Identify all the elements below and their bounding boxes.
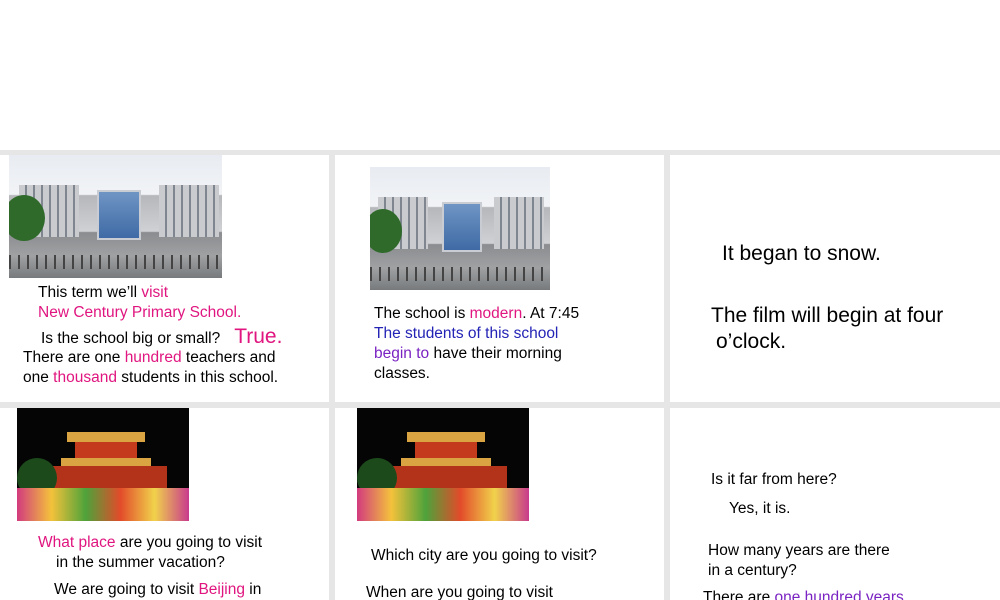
slide4-line1: What place are you going to visit: [38, 534, 263, 551]
slide2-line2: The students of this school: [374, 325, 559, 342]
slide-thumbnail-4[interactable]: What place are you going to visit in the…: [0, 408, 329, 600]
slide6-line1: Is it far from here?: [711, 471, 837, 488]
slide-thumbnail-6[interactable]: Is it far from here? Yes, it is. How man…: [670, 408, 1000, 600]
slide1-line2: New Century Primary School.: [38, 304, 242, 321]
slide6-line5: There are one hundred years: [703, 589, 904, 600]
slide2-line1: The school is modern. At 7:45: [374, 305, 580, 322]
slide1-line4: There are one hundred teachers and: [23, 349, 276, 366]
slide2-line3: begin to have their morning: [374, 345, 562, 362]
slide6-line4: in a century?: [708, 562, 797, 579]
slide6-line3: How many years are there: [708, 542, 890, 559]
tiananmen-photo: [357, 408, 529, 521]
slide-thumbnail-3[interactable]: It began to snow. The film will begin at…: [670, 155, 1000, 402]
slide3-line1: It began to snow.: [722, 242, 881, 265]
slide-thumbnail-1[interactable]: This term we’ll visit New Century Primar…: [0, 155, 329, 402]
slide3-line2: The film will begin at four: [711, 304, 944, 327]
slide4-line3: We are going to visit Beijing in: [54, 581, 262, 598]
slide2-line4: classes.: [374, 365, 430, 382]
slide-thumbnail-2[interactable]: The school is modern. At 7:45 The studen…: [335, 155, 664, 402]
slide6-line2: Yes, it is.: [729, 500, 791, 517]
slide1-line5: one thousand students in this school.: [23, 369, 279, 386]
slide1-line3: Is the school big or small? True.: [41, 325, 283, 348]
slide3-line3: o’clock.: [716, 330, 787, 353]
school-photo: [370, 167, 550, 290]
tiananmen-photo: [17, 408, 189, 521]
slide1-line1: This term we’ll visit: [38, 284, 169, 301]
slide5-line2: When are you going to visit: [366, 584, 553, 600]
slide4-line2: in the summer vacation?: [56, 554, 225, 571]
slide-thumbnail-5[interactable]: Which city are you going to visit? When …: [335, 408, 664, 600]
slide5-line1: Which city are you going to visit?: [371, 547, 597, 564]
school-photo: [9, 155, 222, 278]
slide-sorter-grid: This term we’ll visit New Century Primar…: [0, 150, 1000, 600]
